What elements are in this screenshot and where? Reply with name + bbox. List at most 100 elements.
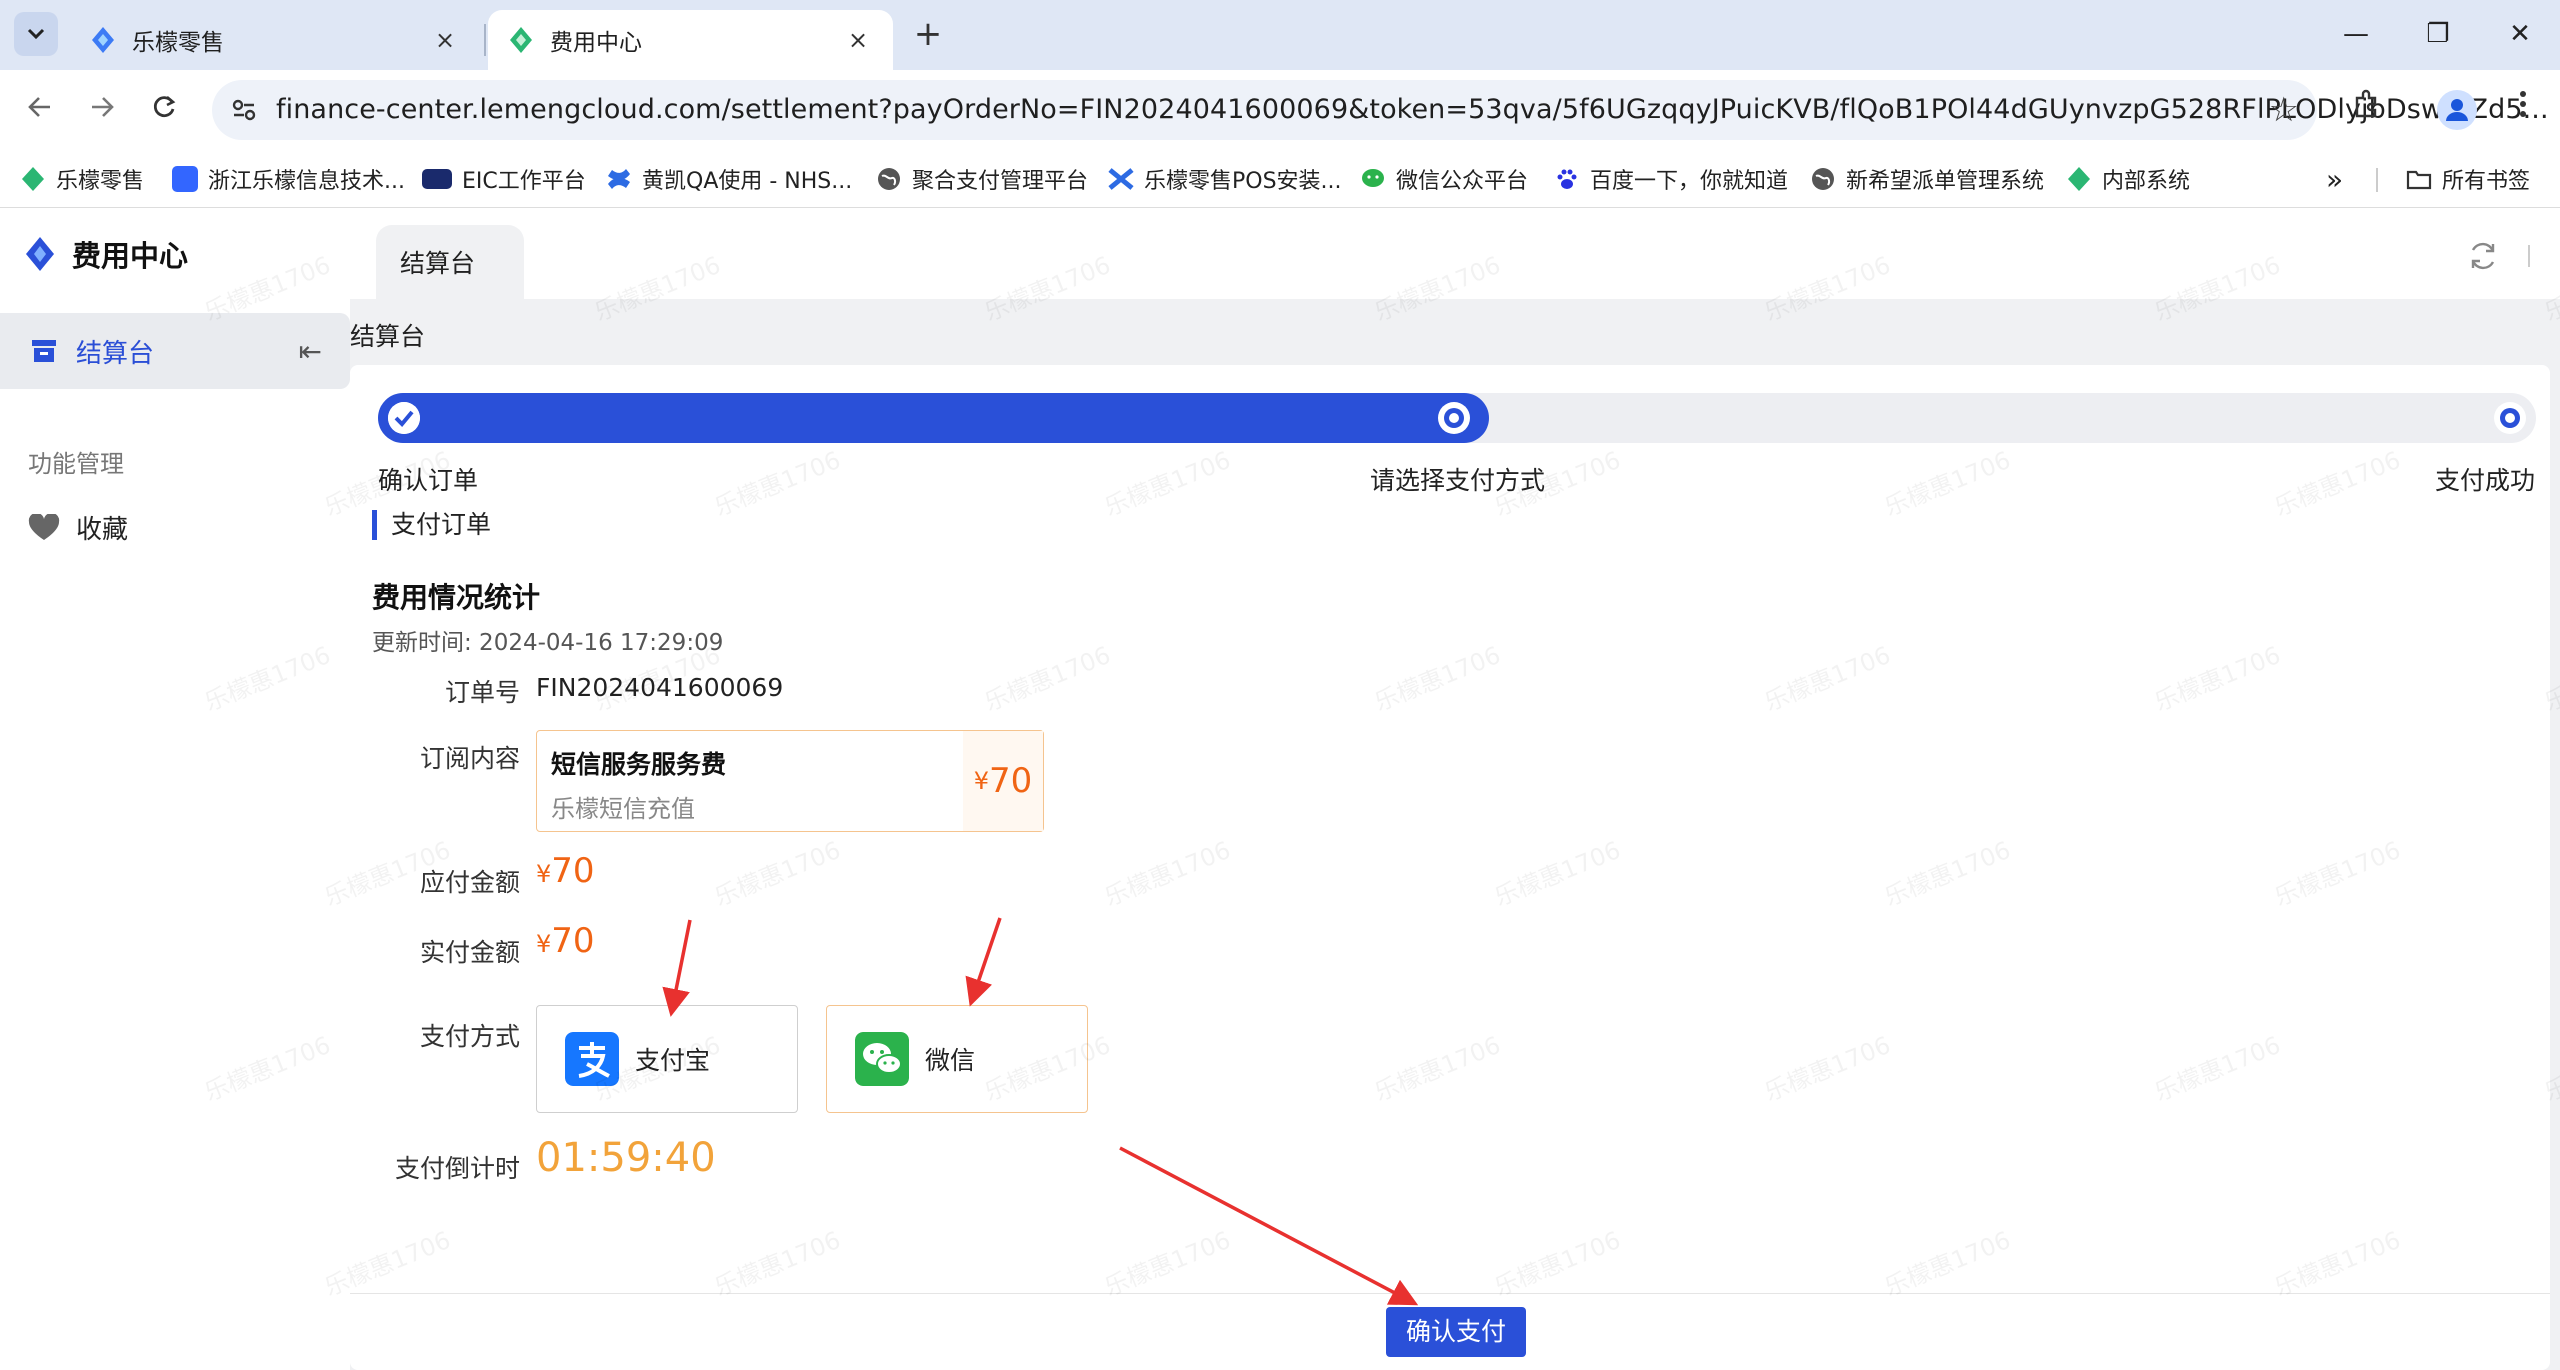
- bookmark-item[interactable]: 乐檬零售POS安装...: [1108, 162, 1342, 196]
- heart-icon: [28, 513, 60, 540]
- app-name: 费用中心: [72, 239, 189, 273]
- pay-method-label: 支付方式: [419, 1022, 520, 1051]
- countdown-label: 支付倒计时: [394, 1154, 520, 1183]
- finance-logo-icon: [510, 27, 532, 53]
- close-window-button[interactable]: ✕: [2490, 12, 2550, 56]
- breadcrumb: 结算台: [350, 322, 426, 351]
- bookmark-label: 乐檬零售POS安装...: [1144, 169, 1342, 194]
- tab-title: 费用中心: [550, 30, 642, 56]
- tab-divider: [484, 24, 486, 56]
- bookmark-label: 聚合支付管理平台: [912, 169, 1089, 194]
- confirm-pay-button[interactable]: 确认支付: [1386, 1307, 1526, 1357]
- bookmark-item[interactable]: 黄凯QA使用 - NHS...: [606, 162, 852, 196]
- actual-amount: ¥70: [536, 921, 595, 961]
- address-toolbar: finance-center.lemengcloud.com/settlemen…: [0, 70, 2560, 152]
- bookmark-label: EIC工作平台: [462, 169, 586, 194]
- bookmark-divider: [2376, 168, 2378, 192]
- bookmark-star-icon[interactable]: ☆: [2269, 90, 2299, 130]
- bookmark-label: 微信公众平台: [1396, 169, 1529, 194]
- subscription-card: 短信服务服务费 乐檬短信充值 ¥70: [536, 730, 1044, 832]
- currency-symbol: ¥: [973, 767, 989, 795]
- eic-bookmark-icon: [422, 169, 452, 189]
- refresh-icon[interactable]: [2466, 239, 2500, 273]
- bookmark-label: 所有书签: [2442, 169, 2531, 194]
- step-label: 支付成功: [2435, 466, 2536, 495]
- reload-icon: [153, 96, 176, 118]
- bookmark-item[interactable]: EIC工作平台: [422, 162, 586, 196]
- sidebar-item-label: 结算台: [76, 338, 155, 369]
- arrow-left-icon: [28, 97, 50, 117]
- new-tab-button[interactable]: +: [908, 14, 948, 54]
- chevron-down-icon: [27, 28, 45, 40]
- bookmark-item[interactable]: 内部系统: [2066, 162, 2190, 196]
- bookmark-item[interactable]: 浙江乐檬信息技术...: [172, 162, 405, 196]
- section-title: 支付订单: [372, 510, 491, 540]
- bookmark-label: 内部系统: [2102, 169, 2191, 194]
- url-text[interactable]: finance-center.lemengcloud.com/settlemen…: [276, 94, 2549, 125]
- profile-avatar[interactable]: [2437, 90, 2477, 130]
- browser-tab-lemeng[interactable]: 乐檬零售 ×: [70, 10, 480, 70]
- item-desc: 乐檬短信充值: [551, 795, 695, 823]
- confluence-bookmark-icon: [608, 169, 630, 189]
- step-done-icon: [388, 402, 420, 434]
- wechat-pay-icon: [855, 1032, 909, 1086]
- company-bookmark-icon: [172, 166, 198, 192]
- price-amount: 70: [551, 851, 595, 891]
- internal-bookmark-icon: [2068, 167, 2090, 191]
- browser-tab-finance[interactable]: 费用中心 ×: [488, 10, 893, 70]
- collapse-sidebar-icon[interactable]: ⇤: [299, 335, 322, 368]
- sidebar-item-label: 收藏: [76, 515, 129, 545]
- extensions-icon[interactable]: [2344, 88, 2390, 134]
- sidebar-item-settlement[interactable]: 结算台 ⇤: [0, 313, 350, 389]
- lemeng-bookmark-icon: [22, 167, 44, 191]
- item-price: ¥70: [963, 731, 1043, 831]
- payable-amount: ¥70: [536, 851, 595, 891]
- site-info-icon[interactable]: [226, 92, 262, 128]
- more-menu-icon[interactable]: [2500, 88, 2546, 134]
- step-current-icon: [1438, 402, 1470, 434]
- lemeng-logo-icon: [92, 27, 114, 53]
- bookmark-label: 浙江乐檬信息技术...: [208, 169, 405, 194]
- reload-button[interactable]: [142, 90, 186, 134]
- sidebar-item-favorites[interactable]: 收藏: [28, 509, 128, 546]
- pos-bookmark-icon: [1108, 168, 1134, 190]
- item-name: 短信服务服务费: [551, 750, 727, 779]
- bookmark-label: 乐檬零售: [56, 169, 145, 194]
- stats-title: 费用情况统计: [372, 581, 541, 614]
- close-tab-icon[interactable]: ×: [430, 26, 460, 54]
- bookmark-item[interactable]: 乐檬零售: [20, 162, 144, 196]
- arrow-right-icon: [92, 97, 114, 117]
- app-root: 费用中心 结算台 结算台 ⇤ 功能管理 收藏 结算台 确认订单 请选择支付方式 …: [0, 209, 2560, 1370]
- address-bar[interactable]: finance-center.lemengcloud.com/settlemen…: [212, 80, 2549, 140]
- wechat-icon: [1362, 169, 1384, 187]
- bookmark-label: 新希望派单管理系统: [1846, 169, 2045, 194]
- minimize-button[interactable]: —: [2326, 12, 2386, 56]
- order-no-label: 订单号: [444, 678, 520, 707]
- header-divider: [2528, 245, 2530, 267]
- forward-button[interactable]: [80, 90, 124, 134]
- countdown-timer: 01:59:40: [536, 1135, 716, 1181]
- wechat-pay-label: 微信: [925, 1046, 976, 1075]
- bookmark-item[interactable]: 聚合支付管理平台: [876, 162, 1088, 196]
- progress-track: [378, 393, 2536, 443]
- all-bookmarks-button[interactable]: 所有书签: [2406, 162, 2530, 196]
- bookmarks-bar: 乐檬零售 浙江乐檬信息技术... EIC工作平台 黄凯QA使用 - NHS...…: [0, 152, 2560, 208]
- app-logo-icon: [26, 237, 54, 271]
- more-bookmarks-button[interactable]: »: [2326, 162, 2343, 196]
- bookmark-label: 黄凯QA使用 - NHS...: [642, 169, 853, 194]
- cashier-icon: [32, 340, 56, 362]
- bookmark-item[interactable]: 新希望派单管理系统: [1810, 162, 2044, 196]
- subscription-label: 订阅内容: [419, 744, 520, 773]
- back-button[interactable]: [18, 90, 62, 134]
- close-tab-icon[interactable]: ×: [843, 26, 873, 54]
- folder-icon: [2406, 170, 2432, 190]
- bookmark-label: 百度一下，你就知道: [1590, 169, 1789, 194]
- bookmark-item[interactable]: 百度一下，你就知道: [1554, 162, 1788, 196]
- restore-button[interactable]: ❐: [2408, 12, 2468, 56]
- globe-icon: [1812, 168, 1834, 190]
- tab-settlement[interactable]: 结算台: [376, 225, 524, 299]
- actual-label: 实付金额: [419, 938, 520, 967]
- bookmark-item[interactable]: 微信公众平台: [1360, 162, 1528, 196]
- currency-symbol: ¥: [536, 930, 552, 958]
- tab-search-button[interactable]: [14, 12, 58, 56]
